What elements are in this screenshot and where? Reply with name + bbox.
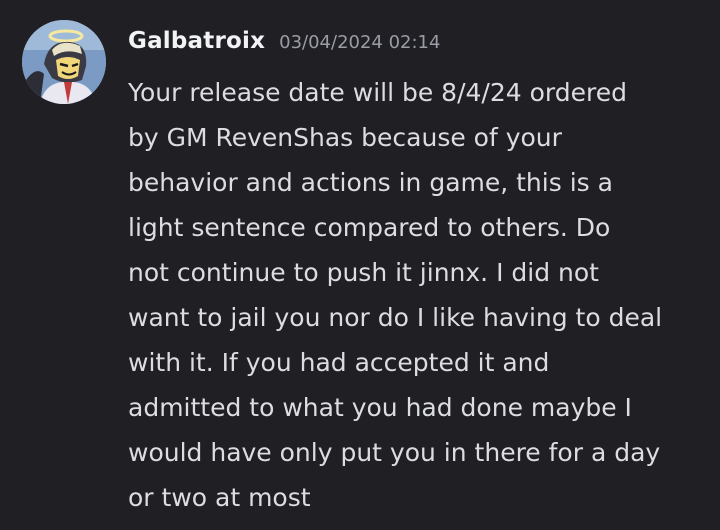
timestamp: 03/04/2024 02:14 bbox=[279, 32, 441, 53]
message-text: Your release date will be 8/4/24 ordered… bbox=[128, 78, 663, 512]
username[interactable]: Galbatroix bbox=[128, 28, 265, 54]
user-avatar[interactable] bbox=[22, 20, 106, 104]
chat-message: Galbatroix 03/04/2024 02:14 Your release… bbox=[0, 0, 720, 530]
message-header: Galbatroix 03/04/2024 02:14 bbox=[128, 28, 713, 70]
message-content: Galbatroix 03/04/2024 02:14 Your release… bbox=[128, 28, 713, 520]
character-avatar-icon bbox=[22, 20, 106, 104]
